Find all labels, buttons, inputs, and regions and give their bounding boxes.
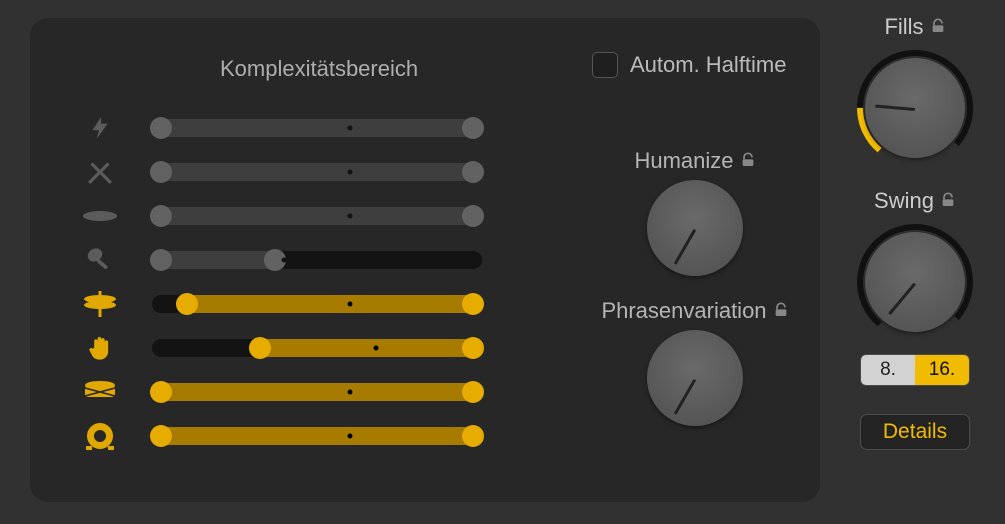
complexity-row-drumsticks <box>80 150 500 194</box>
lock-icon <box>740 148 756 174</box>
knob-column: Humanize Phrasenvariation <box>590 148 800 448</box>
phrasevariation-label: Phrasenvariation <box>601 298 788 324</box>
fills-knob[interactable] <box>855 48 975 168</box>
range-dot <box>348 302 353 307</box>
complexity-row-snare <box>80 370 500 414</box>
snare-icon[interactable] <box>80 374 120 410</box>
range-handle-right[interactable] <box>462 381 484 403</box>
complexity-range-shaker[interactable] <box>152 251 482 269</box>
phrasevariation-group: Phrasenvariation <box>590 298 800 426</box>
range-dot <box>348 214 353 219</box>
lock-icon <box>930 14 946 40</box>
auto-halftime-checkbox[interactable] <box>592 52 618 78</box>
swing-seg-8[interactable]: 8. <box>861 355 915 385</box>
range-dot <box>282 258 287 263</box>
humanize-knob[interactable] <box>647 180 743 276</box>
range-handle-left[interactable] <box>150 161 172 183</box>
complexity-row-hihat <box>80 282 500 326</box>
side-column: Fills Swing 8. 16. Details <box>845 14 985 450</box>
auto-halftime-label: Autom. Halftime <box>630 52 787 78</box>
lock-icon <box>940 188 956 214</box>
lightning-icon[interactable] <box>80 110 120 146</box>
humanize-group: Humanize <box>590 148 800 276</box>
complexity-range-cymbal[interactable] <box>152 207 482 225</box>
panel-title: Komplexitätsbereich <box>220 56 418 82</box>
range-handle-left[interactable] <box>249 337 271 359</box>
range-handle-right[interactable] <box>462 425 484 447</box>
swing-seg-16[interactable]: 16. <box>915 355 969 385</box>
complexity-range-hand[interactable] <box>152 339 482 357</box>
range-handle-right[interactable] <box>462 161 484 183</box>
complexity-row-lightning <box>80 106 500 150</box>
complexity-row-shaker <box>80 238 500 282</box>
range-handle-right[interactable] <box>462 117 484 139</box>
cymbal-icon[interactable] <box>80 198 120 234</box>
range-dot <box>348 126 353 131</box>
complexity-range-drumsticks[interactable] <box>152 163 482 181</box>
complexity-range-hihat[interactable] <box>152 295 482 313</box>
lock-icon <box>773 298 789 324</box>
range-handle-left[interactable] <box>150 425 172 447</box>
hand-icon[interactable] <box>80 330 120 366</box>
auto-halftime-row: Autom. Halftime <box>592 52 787 78</box>
swing-label: Swing <box>874 188 956 214</box>
range-handle-right[interactable] <box>462 205 484 227</box>
range-handle-left[interactable] <box>150 249 172 271</box>
shaker-icon[interactable] <box>80 242 120 278</box>
swing-subdivision-toggle[interactable]: 8. 16. <box>860 354 970 386</box>
complexity-row-hand <box>80 326 500 370</box>
complexity-range-kick[interactable] <box>152 427 482 445</box>
complexity-row-cymbal <box>80 194 500 238</box>
complexity-row-kick <box>80 414 500 458</box>
complexity-range-lightning[interactable] <box>152 119 482 137</box>
range-handle-left[interactable] <box>150 381 172 403</box>
range-dot <box>374 346 379 351</box>
swing-knob[interactable] <box>855 222 975 342</box>
fills-label: Fills <box>884 14 945 40</box>
drumsticks-icon[interactable] <box>80 154 120 190</box>
range-dot <box>348 390 353 395</box>
kick-icon[interactable] <box>80 418 120 454</box>
complexity-rows <box>80 106 500 458</box>
range-dot <box>348 170 353 175</box>
details-button[interactable]: Details <box>860 414 970 450</box>
humanize-label: Humanize <box>634 148 755 174</box>
complexity-range-snare[interactable] <box>152 383 482 401</box>
phrasevariation-knob[interactable] <box>647 330 743 426</box>
range-handle-right[interactable] <box>462 337 484 359</box>
complexity-panel: Komplexitätsbereich Autom. Halftime Huma… <box>30 18 820 502</box>
range-handle-left[interactable] <box>150 117 172 139</box>
range-handle-left[interactable] <box>150 205 172 227</box>
range-dot <box>348 434 353 439</box>
hihat-icon[interactable] <box>80 286 120 322</box>
range-handle-right[interactable] <box>462 293 484 315</box>
